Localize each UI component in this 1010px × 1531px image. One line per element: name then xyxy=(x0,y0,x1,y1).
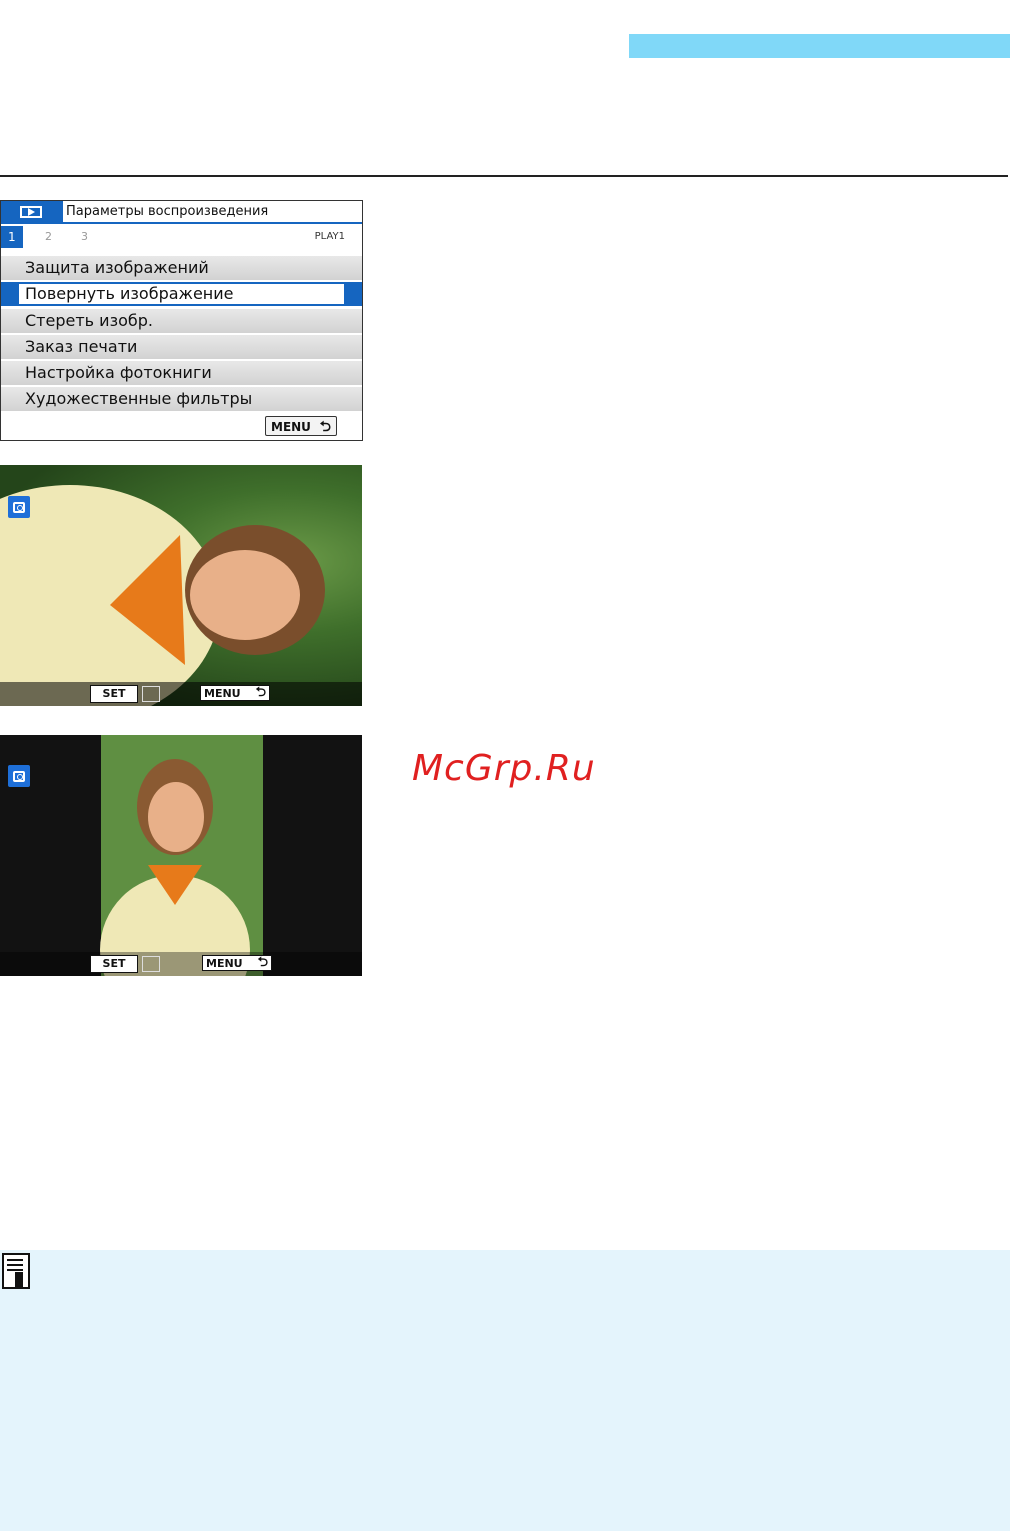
menu-item-protect[interactable]: Защита изображений xyxy=(1,256,362,280)
memo-icon xyxy=(2,1253,30,1289)
return-arrow-icon: ⮌ xyxy=(257,955,268,970)
tab-3[interactable]: 3 xyxy=(81,230,88,243)
tab-label: PLAY1 xyxy=(314,231,345,242)
set-button[interactable]: SET xyxy=(90,685,138,703)
rotate-icon xyxy=(142,956,160,972)
menu-item-art-filters[interactable]: Художественные фильтры xyxy=(1,387,362,412)
menu-item-rotate[interactable]: Повернуть изображение xyxy=(1,282,362,307)
section-color-bar xyxy=(629,34,1010,58)
set-button[interactable]: SET xyxy=(90,955,138,973)
menu-title: Параметры воспроизведения xyxy=(66,204,269,219)
play-icon xyxy=(1,201,63,224)
menu-back-button[interactable]: MENU ⮌ xyxy=(202,955,272,971)
photo-bottom-bar: SET MENU ⮌ xyxy=(0,682,362,706)
photo-bottom-bar: SET MENU ⮌ xyxy=(0,952,362,976)
return-arrow-icon: ⮌ xyxy=(255,685,266,700)
menu-tab-row: 1 2 3 PLAY1 xyxy=(1,226,362,252)
menu-item-photobook[interactable]: Настройка фотокниги xyxy=(1,361,362,386)
portrait-photo-rotated xyxy=(0,485,325,706)
menu-item-print-order[interactable]: Заказ печати xyxy=(1,334,362,359)
return-arrow-icon: ⮌ xyxy=(319,419,331,435)
menu-item-erase[interactable]: Стереть изобр. xyxy=(1,308,362,333)
menu-header: Параметры воспроизведения xyxy=(1,201,362,224)
upright-photo-screen: SET MENU ⮌ xyxy=(0,735,362,976)
menu-back-button[interactable]: MENU ⮌ xyxy=(265,416,337,436)
tab-1[interactable]: 1 xyxy=(1,226,23,248)
watermark: McGrp.Ru xyxy=(412,748,596,789)
header-divider xyxy=(0,175,1008,177)
note-box xyxy=(0,1250,1010,1531)
portrait-photo-upright xyxy=(100,735,263,976)
tab-2[interactable]: 2 xyxy=(45,230,52,243)
rotate-icon xyxy=(8,765,30,787)
menu-list: Защита изображений Повернуть изображение… xyxy=(1,256,362,414)
menu-back-button[interactable]: MENU ⮌ xyxy=(200,685,270,701)
rotate-icon xyxy=(8,496,30,518)
camera-menu-screenshot: Параметры воспроизведения 1 2 3 PLAY1 За… xyxy=(0,200,363,441)
rotated-photo-screen: SET MENU ⮌ xyxy=(0,465,362,706)
rotate-icon xyxy=(142,686,160,702)
